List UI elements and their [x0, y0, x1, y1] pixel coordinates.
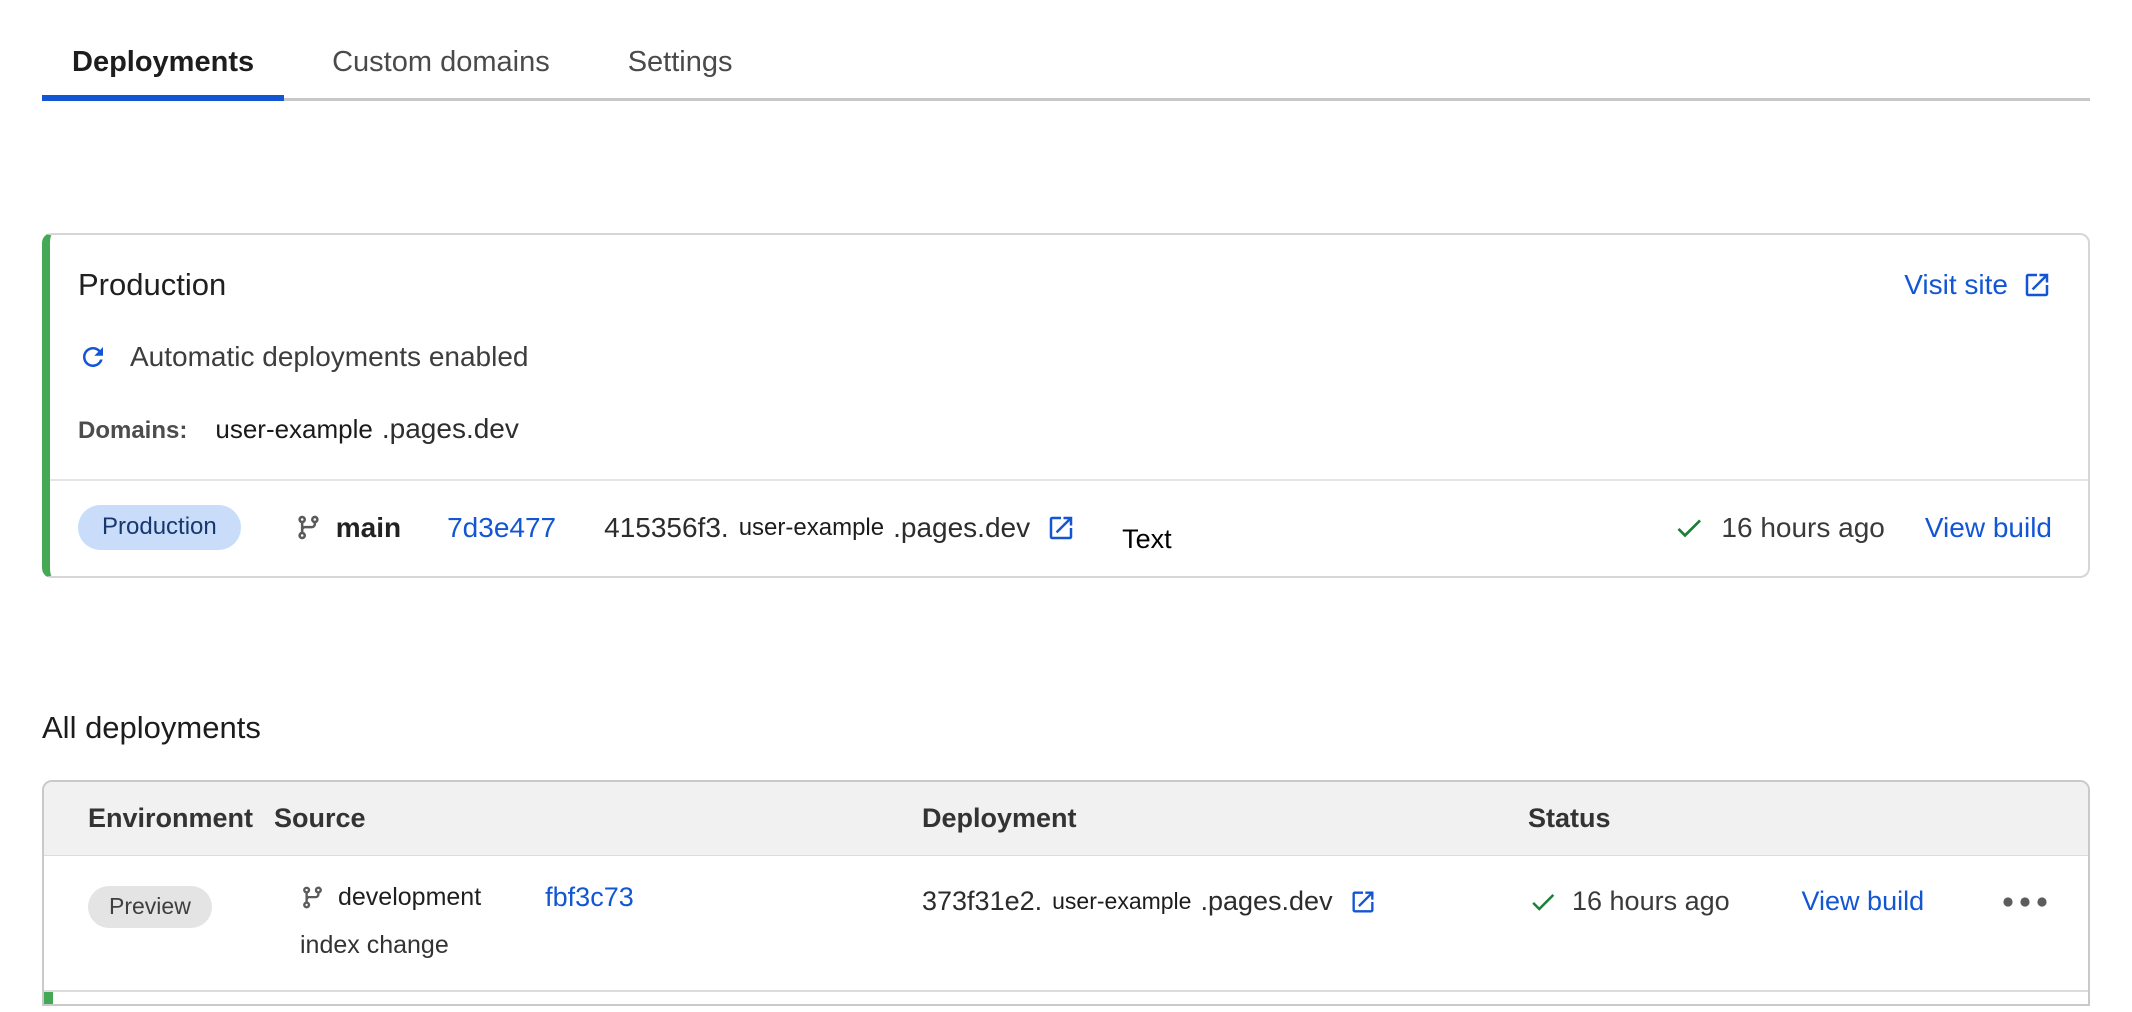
deployment-time: 16 hours ago	[1572, 886, 1730, 917]
column-header-status: Status	[1528, 803, 2088, 834]
deployment-url-suffix: .pages.dev	[893, 512, 1030, 544]
deployment-url-hash: 373f31e2.	[922, 886, 1042, 917]
domains-label: Domains:	[78, 417, 187, 445]
column-header-environment: Environment	[88, 803, 274, 834]
deployments-table: Environment Source Deployment Status Pre…	[42, 780, 2090, 1006]
production-card-header: Production Visit site	[50, 235, 2088, 303]
git-branch-icon	[300, 885, 325, 910]
row-environment-cell: Preview	[88, 882, 274, 928]
branch-name: main	[336, 512, 401, 544]
tab-bar: Deployments Custom domains Settings	[42, 0, 2090, 101]
production-card: Production Visit site Automatic deployme…	[42, 233, 2090, 578]
deployment-url-name: user-example	[739, 514, 884, 542]
tab-settings[interactable]: Settings	[598, 28, 763, 101]
visit-site-label: Visit site	[1904, 269, 2008, 301]
check-icon	[1528, 887, 1558, 917]
view-build-link[interactable]: View build	[1925, 512, 2052, 544]
deployment-url: 415356f3. user-example .pages.dev	[604, 512, 1076, 544]
production-row-edge	[44, 992, 53, 1004]
column-header-deployment: Deployment	[922, 803, 1528, 834]
auto-deployments-status: Automatic deployments enabled	[50, 341, 2088, 373]
production-deployment-info: Production main 7d3e477 415356f3. user-e…	[78, 505, 1172, 550]
external-link-icon[interactable]	[1046, 513, 1076, 543]
auto-deployments-text: Automatic deployments enabled	[130, 341, 528, 373]
domain-name: user-example	[215, 414, 373, 445]
commit-link[interactable]: fbf3c73	[545, 882, 634, 913]
tab-custom-domains[interactable]: Custom domains	[302, 28, 580, 101]
table-row: Preview development fbf3c73 index change…	[44, 856, 2088, 990]
deployment-time: 16 hours ago	[1721, 512, 1884, 544]
deployment-url-suffix: .pages.dev	[1200, 886, 1332, 917]
git-branch-icon	[295, 514, 322, 541]
external-link-icon	[2022, 270, 2052, 300]
text-annotation: Text	[1122, 524, 1172, 555]
tab-deployments[interactable]: Deployments	[42, 28, 284, 101]
check-icon	[1673, 512, 1705, 544]
domain-suffix: .pages.dev	[382, 413, 519, 445]
commit-message: index change	[274, 931, 922, 960]
deployment-url-name: user-example	[1052, 888, 1191, 915]
ellipsis-icon	[2002, 896, 2048, 908]
table-header-row: Environment Source Deployment Status	[44, 782, 2088, 856]
commit-link[interactable]: 7d3e477	[447, 512, 556, 544]
environment-badge: Preview	[88, 886, 212, 928]
all-deployments-title: All deployments	[42, 710, 2090, 746]
row-deployment-cell: 373f31e2. user-example .pages.dev	[922, 882, 1528, 917]
deployment-status: 16 hours ago	[1528, 886, 1730, 917]
deployment-url: 373f31e2. user-example .pages.dev	[922, 886, 1528, 917]
deployment-url-hash: 415356f3.	[604, 512, 729, 544]
next-row-divider	[44, 990, 2088, 1004]
production-deployment-row: Production main 7d3e477 415356f3. user-e…	[50, 479, 2088, 576]
refresh-icon	[78, 342, 108, 372]
more-actions-button[interactable]	[1996, 890, 2054, 914]
production-deployment-status: 16 hours ago View build	[1673, 512, 2052, 544]
row-status-cell: 16 hours ago View build	[1528, 886, 2088, 917]
row-source-cell: development fbf3c73 index change	[274, 882, 922, 960]
domains-row: Domains: user-example .pages.dev	[50, 413, 2088, 445]
branch-name: development	[338, 883, 481, 912]
visit-site-link[interactable]: Visit site	[1904, 269, 2052, 301]
external-link-icon[interactable]	[1349, 888, 1377, 916]
environment-badge: Production	[78, 505, 241, 550]
pages-project-screen: Deployments Custom domains Settings Prod…	[0, 0, 2132, 1012]
column-header-source: Source	[274, 803, 922, 834]
production-card-title: Production	[78, 267, 226, 303]
view-build-link[interactable]: View build	[1802, 886, 1925, 917]
